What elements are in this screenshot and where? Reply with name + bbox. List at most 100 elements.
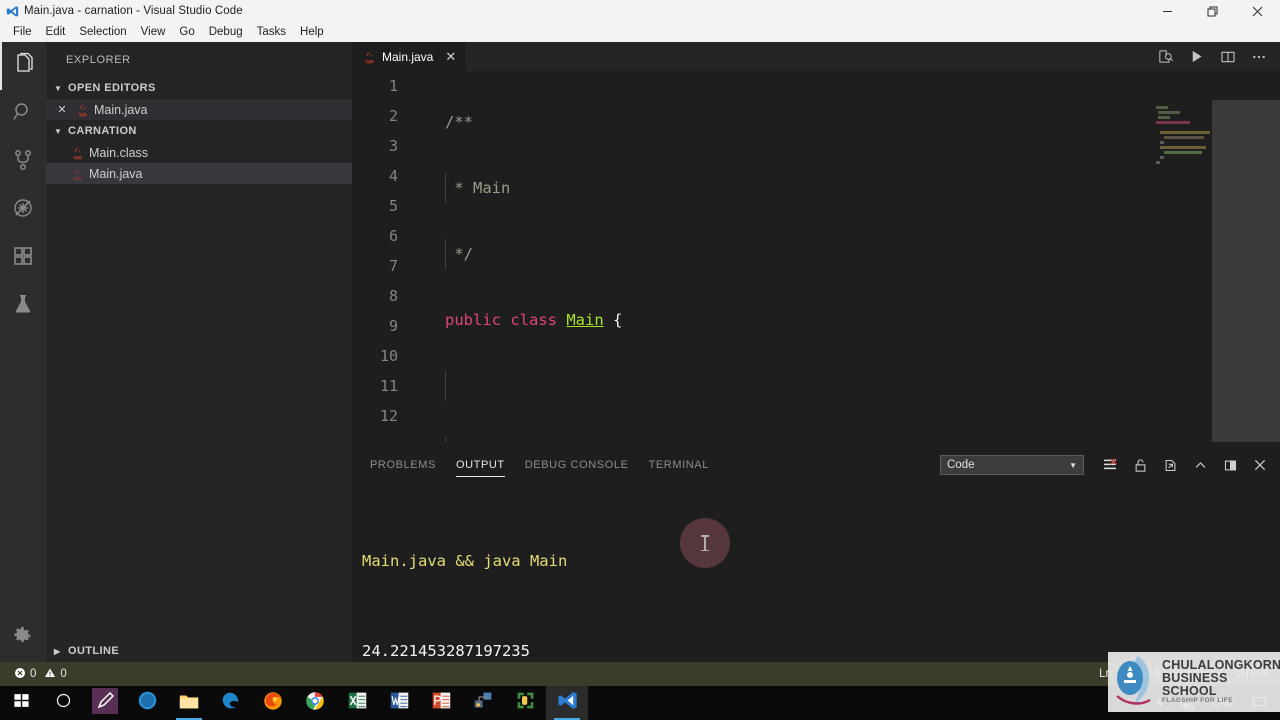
tab-problems[interactable]: PROBLEMS bbox=[370, 450, 436, 480]
code-lines[interactable]: /** * Main */ public class Main { public… bbox=[414, 71, 1280, 442]
window-controls bbox=[1145, 0, 1280, 22]
line-number: 4 bbox=[388, 167, 398, 185]
code-editor[interactable]: 1 2 3 4 5 6 7 8 9 10 11 12 /** * Main */… bbox=[352, 71, 1280, 442]
collapse-panel-icon[interactable] bbox=[1186, 451, 1214, 479]
folder-icon bbox=[178, 690, 200, 717]
editor-tab-main-java[interactable]: Main.java ✕ bbox=[352, 42, 468, 71]
java-icon bbox=[362, 50, 376, 64]
activity-search[interactable] bbox=[0, 90, 46, 138]
cortana-button[interactable] bbox=[42, 686, 84, 720]
word-button[interactable] bbox=[378, 686, 420, 720]
warning-count: 0 bbox=[60, 668, 67, 680]
window-title: Main.java - carnation - Visual Studio Co… bbox=[24, 5, 243, 17]
section-outline[interactable]: ▶ OUTLINE bbox=[46, 640, 352, 662]
menu-tasks[interactable]: Tasks bbox=[250, 23, 293, 41]
editor-group: Main.java ✕ 1 2 3 4 5 6 7 8 9 10 11 12 /… bbox=[352, 42, 1280, 442]
ink-workspace-button[interactable] bbox=[84, 686, 126, 720]
status-problems[interactable]: 0 0 bbox=[8, 662, 73, 686]
editor-tabs-bar: Main.java ✕ bbox=[352, 42, 1280, 71]
editor-scrollbar[interactable] bbox=[1212, 100, 1280, 442]
run-code-icon[interactable] bbox=[1181, 42, 1212, 71]
activity-source-control[interactable] bbox=[0, 138, 46, 186]
code-line-3: */ bbox=[414, 239, 1280, 269]
maximize-panel-icon[interactable] bbox=[1216, 451, 1244, 479]
chevron-down-icon: ▼ bbox=[54, 126, 63, 136]
search-icon bbox=[11, 100, 35, 129]
chula-crest-icon bbox=[1116, 656, 1151, 706]
watermark-line-2: BUSINESS SCHOOL bbox=[1162, 671, 1228, 699]
powerpoint-button[interactable] bbox=[420, 686, 462, 720]
vscode-icon bbox=[0, 5, 24, 18]
line-number-gutter: 1 2 3 4 5 6 7 8 9 10 11 12 bbox=[352, 71, 414, 442]
output-line-1: Main.java && java Main bbox=[362, 552, 568, 570]
code-line-1: /** bbox=[445, 113, 473, 131]
gear-icon bbox=[12, 625, 34, 652]
menu-help[interactable]: Help bbox=[293, 23, 331, 41]
lock-scroll-icon[interactable] bbox=[1126, 451, 1154, 479]
close-panel-icon[interactable] bbox=[1246, 451, 1274, 479]
sidebar-title: EXPLORER bbox=[66, 53, 131, 66]
tab-output[interactable]: OUTPUT bbox=[455, 450, 505, 480]
close-icon[interactable]: ✕ bbox=[54, 103, 70, 116]
split-editor-icon[interactable] bbox=[1212, 42, 1243, 71]
code-line-6: public static double bmi(double height, … bbox=[414, 437, 1280, 442]
panel-tabs: PROBLEMS OUTPUT DEBUG CONSOLE TERMINAL C… bbox=[352, 450, 1280, 480]
minimap[interactable] bbox=[1152, 100, 1212, 442]
tab-terminal[interactable]: TERMINAL bbox=[649, 450, 709, 480]
menu-file[interactable]: File bbox=[6, 23, 39, 41]
menu-edit[interactable]: Edit bbox=[39, 23, 73, 41]
maximize-button[interactable] bbox=[1190, 0, 1235, 22]
chrome-button[interactable] bbox=[294, 686, 336, 720]
edge-button[interactable] bbox=[210, 686, 252, 720]
error-circle-icon bbox=[14, 667, 26, 682]
activity-extensions[interactable] bbox=[0, 234, 46, 282]
activity-explorer[interactable] bbox=[0, 42, 46, 90]
line-number: 7 bbox=[388, 257, 398, 275]
line-number: 1 bbox=[388, 77, 398, 95]
section-carnation[interactable]: ▼ CARNATION bbox=[46, 120, 352, 142]
misc-app-button[interactable] bbox=[504, 686, 546, 720]
close-icon[interactable]: ✕ bbox=[445, 49, 456, 65]
line-number: 2 bbox=[388, 107, 398, 125]
vscode-button[interactable] bbox=[546, 686, 588, 720]
line-number: 5 bbox=[388, 197, 398, 215]
open-preview-icon[interactable] bbox=[1150, 42, 1181, 71]
line-number: 8 bbox=[388, 287, 398, 305]
menu-bar: File Edit Selection View Go Debug Tasks … bbox=[0, 22, 1280, 42]
section-outline-label: OUTLINE bbox=[68, 645, 120, 657]
minimize-button[interactable] bbox=[1145, 0, 1190, 22]
section-open-editors[interactable]: ▼ OPEN EDITORS bbox=[46, 77, 352, 99]
close-button[interactable] bbox=[1235, 0, 1280, 22]
vscode-icon bbox=[557, 690, 578, 716]
status-bar: 0 0 Ln 11, Col 6 Spaces: 4 UTF-8 bbox=[0, 662, 1280, 686]
more-actions-icon[interactable] bbox=[1243, 42, 1274, 71]
line-number: 6 bbox=[388, 227, 398, 245]
editor-actions bbox=[1150, 42, 1280, 71]
activity-testing[interactable] bbox=[0, 282, 46, 330]
menu-debug[interactable]: Debug bbox=[202, 23, 250, 41]
circle-icon bbox=[55, 692, 72, 714]
file-item-main-java[interactable]: Main.java bbox=[46, 163, 352, 184]
code-line-4: public class Main { bbox=[445, 311, 623, 329]
windows-taskbar: ∧ ENG bbox=[0, 686, 1280, 720]
activity-manage[interactable] bbox=[0, 614, 46, 662]
task-view-button[interactable] bbox=[126, 686, 168, 720]
start-button[interactable] bbox=[0, 686, 42, 720]
menu-go[interactable]: Go bbox=[172, 23, 201, 41]
excel-button[interactable] bbox=[336, 686, 378, 720]
output-channel-value: Code bbox=[947, 459, 975, 471]
java-icon bbox=[70, 146, 84, 160]
open-editor-item-main-java[interactable]: ✕ Main.java bbox=[46, 99, 352, 120]
network-app-button[interactable] bbox=[462, 686, 504, 720]
file-explorer-button[interactable] bbox=[168, 686, 210, 720]
menu-selection[interactable]: Selection bbox=[72, 23, 133, 41]
output-channel-select[interactable]: Code ▼ bbox=[940, 455, 1084, 475]
activity-debug[interactable] bbox=[0, 186, 46, 234]
menu-view[interactable]: View bbox=[134, 23, 173, 41]
tab-debug-console[interactable]: DEBUG CONSOLE bbox=[525, 450, 629, 480]
firefox-button[interactable] bbox=[252, 686, 294, 720]
open-new-window-icon[interactable] bbox=[1156, 451, 1184, 479]
chevron-down-icon: ▼ bbox=[1069, 460, 1077, 470]
clear-output-icon[interactable] bbox=[1096, 451, 1124, 479]
file-item-main-class[interactable]: Main.class bbox=[46, 142, 352, 163]
